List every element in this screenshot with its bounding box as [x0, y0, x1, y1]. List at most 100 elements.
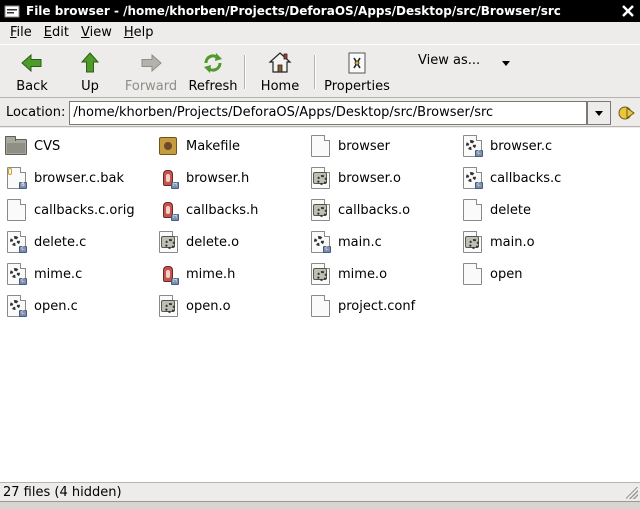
chevron-down-icon	[595, 110, 604, 116]
file-name: callbacks.o	[338, 202, 411, 218]
file-icon	[308, 134, 332, 158]
c-header-icon: H	[156, 198, 180, 222]
file-name: delete.c	[34, 234, 87, 250]
menu-file[interactable]: File	[4, 22, 38, 44]
file-item[interactable]: callbacks.o	[308, 194, 410, 226]
object-file-icon	[308, 166, 332, 190]
folder-icon	[4, 134, 28, 158]
file-icon	[4, 198, 28, 222]
file-name: browser.c	[490, 138, 553, 154]
file-name: project.conf	[338, 298, 416, 314]
file-name: CVS	[34, 138, 61, 154]
file-item[interactable]: Hmime.h	[156, 258, 235, 290]
file-name: mime.h	[186, 266, 236, 282]
forward-arrow-icon	[139, 51, 163, 75]
file-name: Makefile	[186, 138, 241, 154]
object-file-icon	[156, 294, 180, 318]
up-arrow-icon	[78, 51, 102, 75]
menu-view[interactable]: View	[75, 22, 118, 44]
c-source-icon: C	[460, 166, 484, 190]
menu-bar: File Edit View Help	[0, 22, 640, 44]
file-item[interactable]: Hbrowser.h	[156, 162, 249, 194]
file-name: browser	[338, 138, 391, 154]
refresh-button[interactable]: Refresh	[182, 45, 244, 99]
file-item[interactable]: Cmain.c	[308, 226, 382, 258]
file-name: callbacks.c.orig	[34, 202, 135, 218]
forward-button[interactable]: Forward	[120, 45, 182, 99]
status-bar: 27 files (4 hidden)	[0, 482, 640, 501]
file-item[interactable]: main.o	[460, 226, 535, 258]
home-button[interactable]: Home	[246, 45, 314, 99]
c-header-icon: H	[156, 166, 180, 190]
file-item[interactable]: Cbrowser.c	[460, 130, 552, 162]
file-name: delete.o	[186, 234, 240, 250]
file-name: open.c	[34, 298, 78, 314]
file-item[interactable]: Copen.c	[4, 290, 78, 322]
c-source-icon: C	[4, 262, 28, 286]
file-name: mime.c	[34, 266, 83, 282]
file-item[interactable]: Cmime.c	[4, 258, 82, 290]
resize-grip-icon[interactable]	[626, 487, 638, 499]
menu-help[interactable]: Help	[118, 22, 160, 44]
file-item[interactable]: open	[460, 258, 522, 290]
file-name: main.c	[338, 234, 382, 250]
file-name: main.o	[490, 234, 535, 250]
location-input[interactable]: /home/khorben/Projects/DeforaOS/Apps/Des…	[69, 100, 588, 125]
toolbar: Back Up Forward Refresh Home Properties …	[0, 44, 640, 98]
object-file-icon	[308, 198, 332, 222]
file-browser-window: File browser - /home/khorben/Projects/De…	[0, 0, 640, 509]
up-button[interactable]: Up	[60, 45, 120, 99]
file-item[interactable]: CVS	[4, 130, 60, 162]
file-item[interactable]: mime.o	[308, 258, 387, 290]
desktop-panel-edge	[0, 501, 640, 509]
menu-edit[interactable]: Edit	[38, 22, 75, 44]
file-name: callbacks.c	[490, 170, 562, 186]
file-name: browser.c.bak	[34, 170, 124, 186]
file-item[interactable]: delete.o	[156, 226, 239, 258]
window-menu-icon[interactable]	[4, 3, 20, 19]
chevron-down-icon	[502, 61, 511, 66]
c-source-icon: C	[308, 230, 332, 254]
file-name: delete	[490, 202, 531, 218]
back-button[interactable]: Back	[4, 45, 60, 99]
window-title: File browser - /home/khorben/Projects/De…	[26, 4, 561, 18]
file-item[interactable]: Bbrowser.c.bak	[4, 162, 124, 194]
properties-icon	[345, 51, 369, 75]
file-item[interactable]: Makefile	[156, 130, 240, 162]
file-item[interactable]: project.conf	[308, 290, 415, 322]
view-as-dropdown[interactable]: View as...	[418, 45, 511, 68]
status-text: 27 files (4 hidden)	[3, 484, 122, 500]
file-name: open.o	[186, 298, 231, 314]
object-file-icon	[460, 230, 484, 254]
file-item[interactable]: Cdelete.c	[4, 226, 86, 258]
back-arrow-icon	[20, 51, 44, 75]
go-icon[interactable]	[617, 103, 637, 123]
file-item[interactable]: delete	[460, 194, 531, 226]
file-list-view[interactable]: CVS Makefile browser Cbrowser.c Bbrowser.c.b…	[0, 128, 640, 482]
c-source-icon: C	[4, 294, 28, 318]
close-icon[interactable]	[620, 3, 636, 19]
location-dropdown-button[interactable]	[587, 100, 612, 125]
file-name: browser.h	[186, 170, 250, 186]
location-bar: Location: /home/khorben/Projects/DeforaO…	[0, 99, 640, 127]
file-item[interactable]: open.o	[156, 290, 231, 322]
file-name: callbacks.h	[186, 202, 259, 218]
file-name: mime.o	[338, 266, 388, 282]
home-icon	[268, 51, 292, 75]
file-item[interactable]: Hcallbacks.h	[156, 194, 258, 226]
file-icon	[460, 198, 484, 222]
file-name: browser.o	[338, 170, 401, 186]
file-item[interactable]: browser	[308, 130, 390, 162]
object-file-icon	[308, 262, 332, 286]
file-item[interactable]: Ccallbacks.c	[460, 162, 561, 194]
properties-button[interactable]: Properties	[316, 45, 398, 99]
object-file-icon	[156, 230, 180, 254]
file-item[interactable]: browser.o	[308, 162, 401, 194]
file-icon	[460, 262, 484, 286]
title-bar[interactable]: File browser - /home/khorben/Projects/De…	[0, 0, 640, 22]
location-label: Location:	[6, 105, 66, 120]
file-name: open	[490, 266, 523, 282]
file-item[interactable]: callbacks.c.orig	[4, 194, 135, 226]
makefile-icon	[156, 134, 180, 158]
file-icon	[308, 294, 332, 318]
